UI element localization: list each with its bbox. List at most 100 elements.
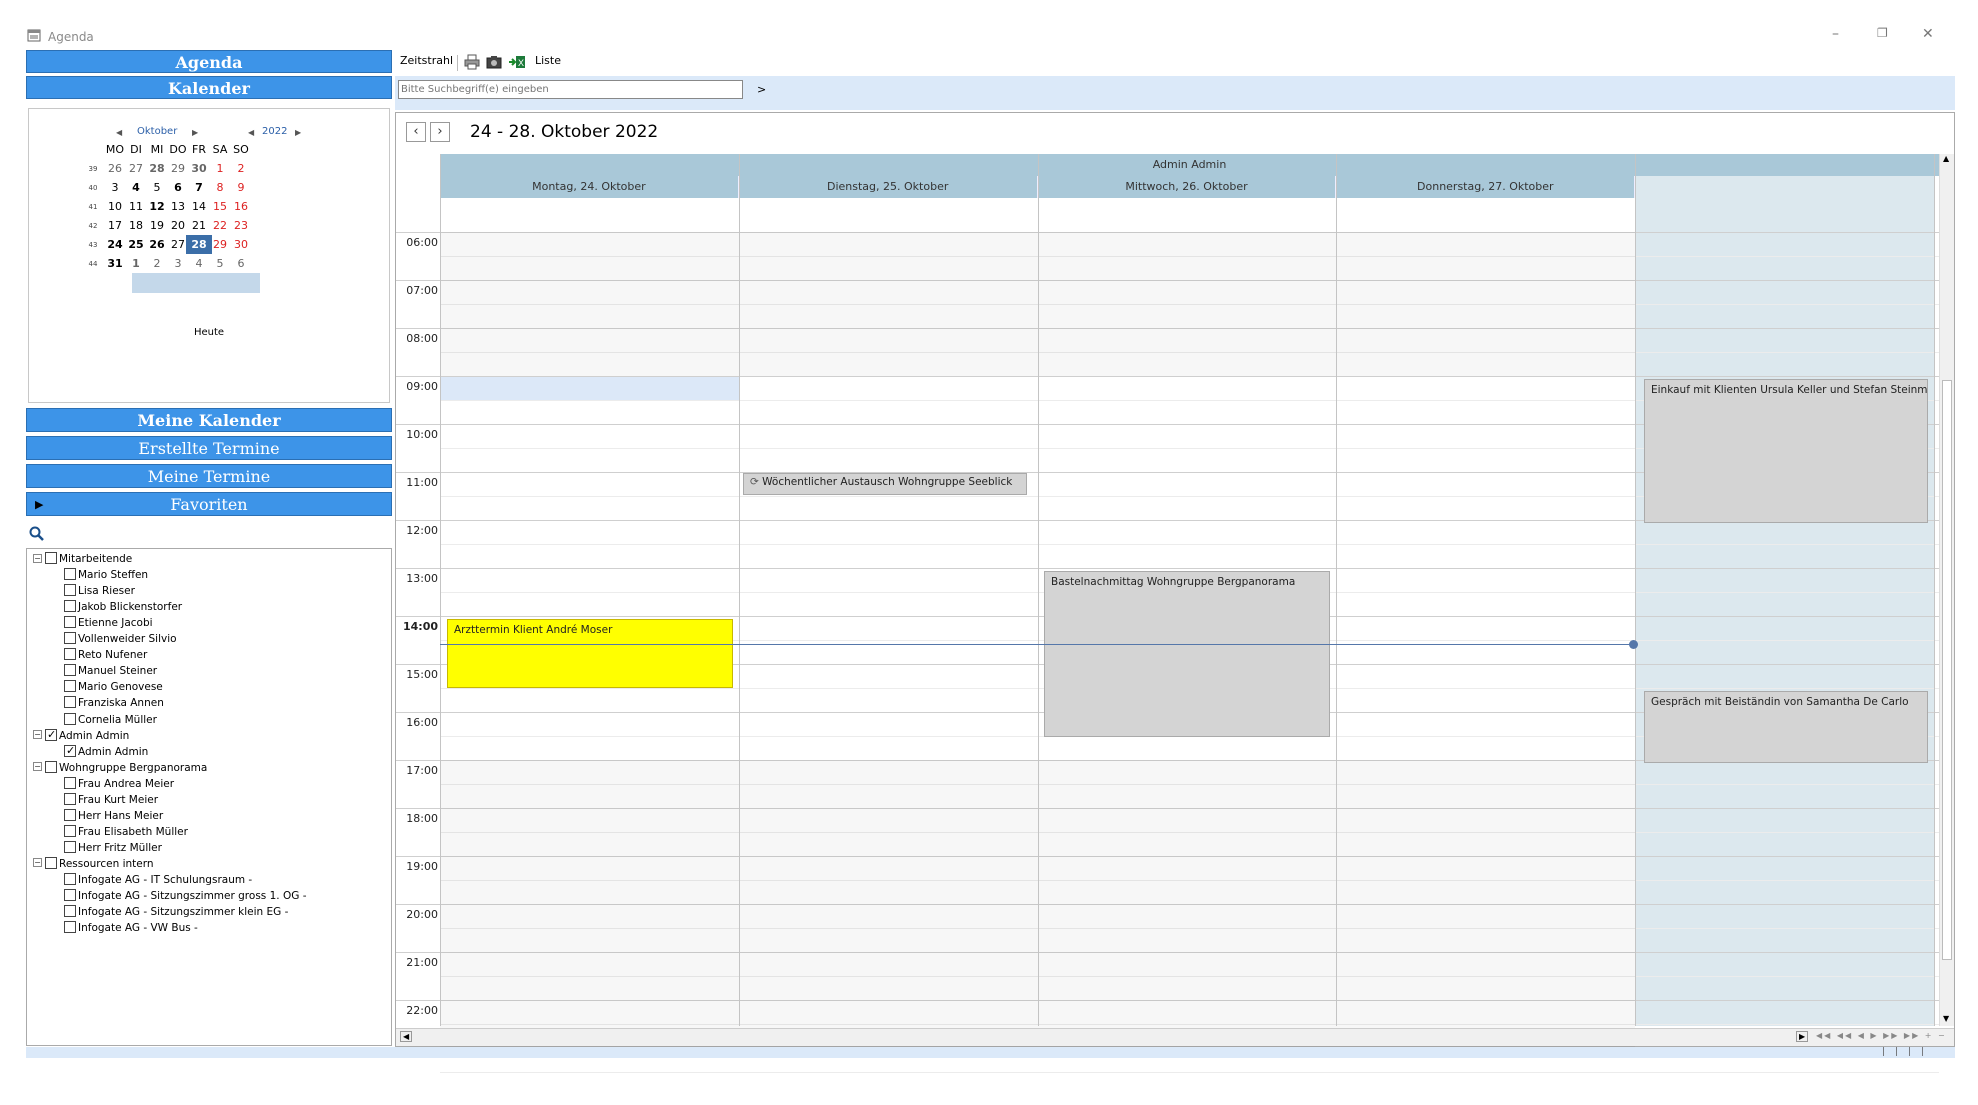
tree-node[interactable]: Vollenweider Silvio xyxy=(64,632,177,647)
liste-button[interactable]: Liste xyxy=(535,54,561,67)
calendar-day[interactable]: 23 xyxy=(228,219,254,232)
tree-checkbox[interactable] xyxy=(45,760,57,773)
tree-node-label: Jakob Blickenstorfer xyxy=(78,601,183,614)
tree-node[interactable]: Infogate AG - Sitzungszimmer klein EG - xyxy=(64,905,288,920)
year-label[interactable]: 2022 xyxy=(262,126,287,137)
vertical-scrollbar[interactable]: ▲ ▼ xyxy=(1939,154,1954,1026)
tree-node[interactable]: Frau Kurt Meier xyxy=(64,792,158,808)
hour-line xyxy=(396,568,1939,569)
tree-checkbox[interactable] xyxy=(64,600,76,613)
tree-node[interactable]: Mario Genovese xyxy=(64,680,163,695)
tree-node[interactable]: Mario Steffen xyxy=(64,568,148,583)
tree-checkbox[interactable] xyxy=(64,632,76,645)
calendar-day[interactable]: 6 xyxy=(228,257,254,270)
tree-node[interactable]: Infogate AG - Sitzungszimmer gross 1. OG… xyxy=(64,889,306,904)
tree-node[interactable]: Frau Andrea Meier xyxy=(64,776,174,792)
tree-checkbox[interactable] xyxy=(64,584,76,597)
tree-checkbox[interactable] xyxy=(64,808,76,821)
tree-node[interactable]: Frau Elisabeth Müller xyxy=(64,824,188,840)
tree-checkbox[interactable] xyxy=(64,743,76,758)
meine-termine-header[interactable]: Meine Termine xyxy=(26,464,392,488)
month-label[interactable]: Oktober xyxy=(137,126,177,137)
appointment-basteln[interactable]: Bastelnachmittag Wohngruppe Bergpanorama xyxy=(1044,571,1330,737)
tree-node[interactable]: − Admin Admin xyxy=(33,727,129,744)
collapse-icon[interactable]: − xyxy=(33,762,42,772)
calendar-day[interactable]: 9 xyxy=(228,181,254,194)
calendar-day[interactable]: 2 xyxy=(228,162,254,175)
prev-year-icon[interactable]: ◀ xyxy=(248,128,254,137)
tree-node[interactable]: Lisa Rieser xyxy=(64,584,135,599)
tree-checkbox[interactable] xyxy=(64,824,76,837)
nav-first-icon[interactable]: ▶ xyxy=(1796,1031,1809,1042)
tree-node[interactable]: Cornelia Müller xyxy=(64,712,157,728)
tree-checkbox[interactable] xyxy=(64,776,76,789)
next-year-icon[interactable]: ▶ xyxy=(295,128,301,137)
agenda-header[interactable]: Agenda xyxy=(26,50,392,73)
search-icon[interactable] xyxy=(29,526,45,542)
close-icon[interactable]: ✕ xyxy=(1922,26,1934,42)
tree-checkbox[interactable] xyxy=(64,840,76,853)
export-excel-icon[interactable]: X xyxy=(508,54,526,70)
calendar-day[interactable]: 30 xyxy=(228,238,254,251)
meine-kalender-header[interactable]: Meine Kalender xyxy=(26,408,392,432)
tree-checkbox[interactable] xyxy=(64,889,76,902)
selected-slot[interactable] xyxy=(441,377,739,400)
tree-checkbox[interactable] xyxy=(64,568,76,581)
scroll-left-icon[interactable]: ◀ xyxy=(400,1031,413,1042)
expand-arrow-icon[interactable]: ▶ xyxy=(35,493,43,517)
tree-checkbox[interactable] xyxy=(45,552,57,564)
tree-checkbox[interactable] xyxy=(64,712,76,725)
tree-node[interactable]: Admin Admin xyxy=(64,743,148,760)
prev-month-icon[interactable]: ◀ xyxy=(116,128,122,137)
appointment-arzttermin[interactable]: Arzttermin Klient André Moser xyxy=(447,619,733,688)
collapse-icon[interactable]: − xyxy=(33,553,42,563)
tree-checkbox[interactable] xyxy=(64,792,76,805)
tree-node[interactable]: Jakob Blickenstorfer xyxy=(64,600,182,615)
print-icon[interactable] xyxy=(464,54,480,70)
tree-checkbox[interactable] xyxy=(64,921,76,934)
zeitstrahl-button[interactable]: Zeitstrahl xyxy=(400,54,453,67)
navigator-buttons[interactable]: ◀◀ ◀◀ ◀ ▶ ▶▶ ▶▶ + − xyxy=(1816,1031,1947,1040)
tree-node[interactable]: Herr Fritz Müller xyxy=(64,840,162,856)
tree-checkbox[interactable] xyxy=(64,648,76,661)
tree-checkbox[interactable] xyxy=(64,905,76,918)
tree-checkbox[interactable] xyxy=(64,873,76,885)
tree-checkbox[interactable] xyxy=(64,664,76,677)
tree-node[interactable]: − Mitarbeitende xyxy=(33,552,132,567)
tree-checkbox[interactable] xyxy=(64,696,76,709)
collapse-icon[interactable]: − xyxy=(33,730,42,740)
next-month-icon[interactable]: ▶ xyxy=(192,128,198,137)
erstellte-termine-header[interactable]: Erstellte Termine xyxy=(26,436,392,460)
appointment-austausch[interactable]: ⟳ Wöchentlicher Austausch Wohngruppe See… xyxy=(743,473,1027,495)
scroll-up-icon[interactable]: ▲ xyxy=(1943,154,1949,163)
tree-node[interactable]: − Ressourcen intern xyxy=(33,856,154,872)
scroll-thumb[interactable] xyxy=(1942,380,1952,960)
tree-checkbox[interactable] xyxy=(45,727,57,742)
calendar-day[interactable]: 16 xyxy=(228,200,254,213)
appointment-gespraech[interactable]: Gespräch mit Beiständin von Samantha De … xyxy=(1644,691,1928,763)
tree-node-label: Infogate AG - Sitzungszimmer gross 1. OG… xyxy=(78,890,307,903)
tree-node[interactable]: Etienne Jacobi xyxy=(64,616,153,631)
search-input[interactable] xyxy=(398,80,743,99)
search-go-button[interactable]: > xyxy=(757,83,766,96)
appointment-arzttermin-text: Arzttermin Klient André Moser xyxy=(454,624,613,636)
tree-node[interactable]: − Wohngruppe Bergpanorama xyxy=(33,760,207,776)
tree-node[interactable]: Reto Nufener xyxy=(64,648,147,663)
camera-icon[interactable] xyxy=(486,54,502,70)
favoriten-header[interactable]: ▶ Favoriten xyxy=(26,492,392,516)
today-link[interactable]: Heute xyxy=(194,327,224,338)
scroll-down-icon[interactable]: ▼ xyxy=(1943,1014,1949,1023)
restore-icon[interactable]: ❐ xyxy=(1877,26,1888,40)
tree-checkbox[interactable] xyxy=(45,856,57,869)
tree-node[interactable]: Infogate AG - VW Bus - xyxy=(64,921,198,936)
appointment-einkauf[interactable]: Einkauf mit Klienten Ursula Keller und S… xyxy=(1644,379,1928,523)
tree-node[interactable]: Herr Hans Meier xyxy=(64,808,163,824)
tree-node[interactable]: Franziska Annen xyxy=(64,696,164,711)
kalender-header[interactable]: Kalender xyxy=(26,76,392,99)
minimize-icon[interactable]: – xyxy=(1832,26,1839,42)
tree-checkbox[interactable] xyxy=(64,616,76,629)
collapse-icon[interactable]: − xyxy=(33,858,42,868)
tree-node[interactable]: Manuel Steiner xyxy=(64,664,157,679)
tree-node[interactable]: Infogate AG - IT Schulungsraum - xyxy=(64,873,252,888)
tree-checkbox[interactable] xyxy=(64,680,76,693)
